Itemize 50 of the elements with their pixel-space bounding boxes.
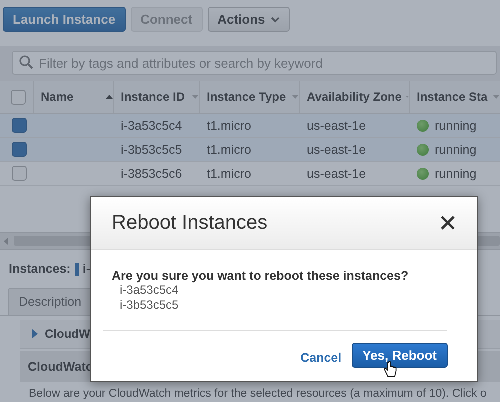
launch-button[interactable]: Launch Instance	[3, 7, 126, 32]
row-checkbox[interactable]	[12, 118, 27, 133]
instance-id-text: i-3a53c5c4	[119, 283, 180, 298]
table-row[interactable]: i-3a53c5c4 t1.micro us-east-1e running	[0, 114, 500, 138]
table-cell: running	[435, 118, 477, 132]
table-cell: us-east-1e	[307, 118, 366, 132]
instance-id-text: i-3b53c5c5	[119, 298, 180, 313]
table-row[interactable]: i-3853c5c6 t1.micro us-east-1e running	[0, 162, 500, 186]
row-checkbox[interactable]	[12, 166, 27, 181]
row-checkbox[interactable]	[12, 142, 27, 157]
column-header[interactable]: Instance Sta	[417, 90, 489, 104]
panel-title: CloudWatc	[28, 360, 93, 374]
table-cell: us-east-1e	[307, 166, 366, 180]
status-dot	[417, 120, 429, 132]
table-cell: running	[435, 142, 477, 156]
table-cell: t1.micro	[207, 166, 252, 180]
search-field[interactable]: Filter by tags and attributes or search by keyword	[12, 51, 497, 75]
section-title: CloudW	[45, 327, 90, 341]
sort-caret-icon[interactable]	[292, 95, 299, 99]
actions-menu-button[interactable]: Actions	[208, 7, 290, 32]
description-tab[interactable]: Description	[8, 288, 93, 315]
expand-arrow-icon[interactable]	[32, 329, 38, 339]
column-header[interactable]: Instance ID	[121, 90, 188, 104]
column-header[interactable]: Availability Zone	[307, 90, 402, 104]
status-dot	[417, 168, 429, 180]
instances-label: Instances:	[9, 262, 71, 276]
status-dot	[417, 144, 429, 156]
table-cell: i-3b53c5c5	[121, 142, 182, 156]
table-cell: i-3853c5c6	[121, 166, 182, 180]
sort-caret-icon[interactable]	[192, 95, 199, 99]
table-row[interactable]: i-3b53c5c5 t1.micro us-east-1e running	[0, 138, 500, 162]
dialog-title: Reboot Instances	[112, 212, 268, 234]
search-icon	[19, 55, 34, 70]
caret-icon	[271, 16, 280, 22]
column-header[interactable]: Name	[41, 90, 102, 104]
hand-cursor-icon	[384, 360, 397, 378]
sort-ascending-icon[interactable]	[106, 95, 113, 99]
confirmation-question: Are you sure you want to reboot these instances?	[112, 269, 410, 283]
column-header[interactable]: Instance Type	[207, 90, 288, 104]
select-all-checkbox[interactable]	[11, 90, 26, 104]
table-cell: t1.micro	[207, 118, 252, 132]
sort-caret-icon[interactable]	[493, 95, 500, 99]
table-cell: running	[435, 166, 477, 180]
table-cell: i-3a53c5c4	[121, 118, 182, 132]
cancel-link[interactable]: Cancel	[300, 347, 342, 369]
scroll-left-arrow-icon[interactable]	[4, 238, 8, 244]
table-cell: us-east-1e	[307, 142, 366, 156]
selected-instance-label: i-	[82, 262, 90, 276]
metrics-description: Below are your CloudWatch metrics for the selected resources (a maximum of 10). Click o	[28, 387, 488, 400]
table-cell: t1.micro	[207, 142, 252, 156]
